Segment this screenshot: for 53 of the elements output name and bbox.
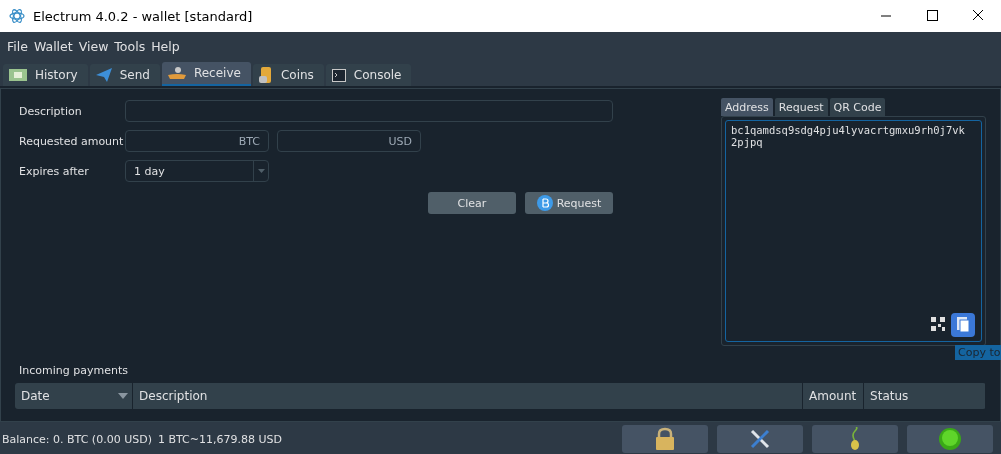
window-title: Electrum 4.0.2 - wallet [standard]: [33, 8, 253, 24]
status-light-icon: [938, 427, 962, 451]
column-header[interactable]: Status: [870, 389, 909, 403]
balance-text: Balance: 0. BTC (0.00 USD): [2, 432, 152, 446]
description-field[interactable]: [125, 100, 613, 122]
seed-button[interactable]: [812, 425, 898, 453]
tab[interactable]: Coins: [252, 64, 324, 86]
app-logo-icon: [9, 8, 25, 24]
request-button[interactable]: Request: [525, 192, 613, 214]
lock-button[interactable]: [622, 425, 708, 453]
hand-coin-icon: [167, 66, 186, 80]
column-header[interactable]: Description: [139, 389, 208, 403]
tab[interactable]: Address: [721, 98, 773, 116]
coin-stack-icon: [258, 67, 273, 83]
network-status-button[interactable]: [907, 425, 993, 453]
usd-amount-field[interactable]: USD: [277, 130, 421, 152]
field-label: Description: [18, 104, 83, 118]
paper-plane-icon: [95, 68, 112, 82]
banknote-icon: [9, 69, 27, 81]
tab[interactable]: QR Code: [829, 98, 886, 116]
field-label: Expires after: [18, 164, 90, 178]
qr-code-icon[interactable]: [931, 317, 945, 331]
bitcoin-icon: [536, 195, 553, 211]
menu-item[interactable]: File: [4, 38, 31, 54]
menu-item[interactable]: Wallet: [30, 38, 76, 54]
tab[interactable]: Request: [774, 98, 828, 116]
dropdown-arrow-icon: [257, 169, 265, 173]
tools-icon: [749, 428, 771, 450]
address-box[interactable]: bc1qamdsq9sdg4pju4lyvacrtgmxu9rh0j7vk2pjpq: [725, 120, 982, 342]
column-header[interactable]: Amount: [809, 389, 857, 403]
tooltip: Copy to: [955, 345, 1001, 360]
btc-amount-field[interactable]: BTC: [125, 130, 269, 152]
address-text: bc1qamdsq9sdg4pju4lyvacrtgmxu9rh0j7vk2pjpq: [731, 124, 966, 148]
tools-button[interactable]: [717, 425, 803, 453]
sort-arrow-icon: [118, 393, 129, 399]
menu-item[interactable]: View: [75, 38, 112, 54]
menu-item[interactable]: Tools: [111, 38, 149, 54]
exchange-rate-text: 1 BTC~11,679.88 USD: [157, 432, 282, 446]
tab[interactable]: Send: [89, 64, 160, 86]
tab[interactable]: Receive: [161, 62, 251, 86]
seed-icon: [849, 427, 861, 451]
tab[interactable]: Console: [325, 64, 412, 86]
padlock-icon: [655, 427, 675, 451]
section-title: Incoming payments: [19, 364, 129, 377]
field-label: Requested amount: [18, 134, 125, 148]
tab[interactable]: History: [3, 64, 88, 86]
terminal-icon: [331, 68, 346, 82]
copy-button[interactable]: [951, 313, 975, 337]
clear-button[interactable]: Clear: [428, 192, 516, 214]
expiry-dropdown[interactable]: 1 day: [125, 160, 269, 182]
menu-item[interactable]: Help: [148, 38, 183, 54]
column-header[interactable]: Date: [21, 389, 50, 403]
copy-icon: [956, 317, 970, 333]
